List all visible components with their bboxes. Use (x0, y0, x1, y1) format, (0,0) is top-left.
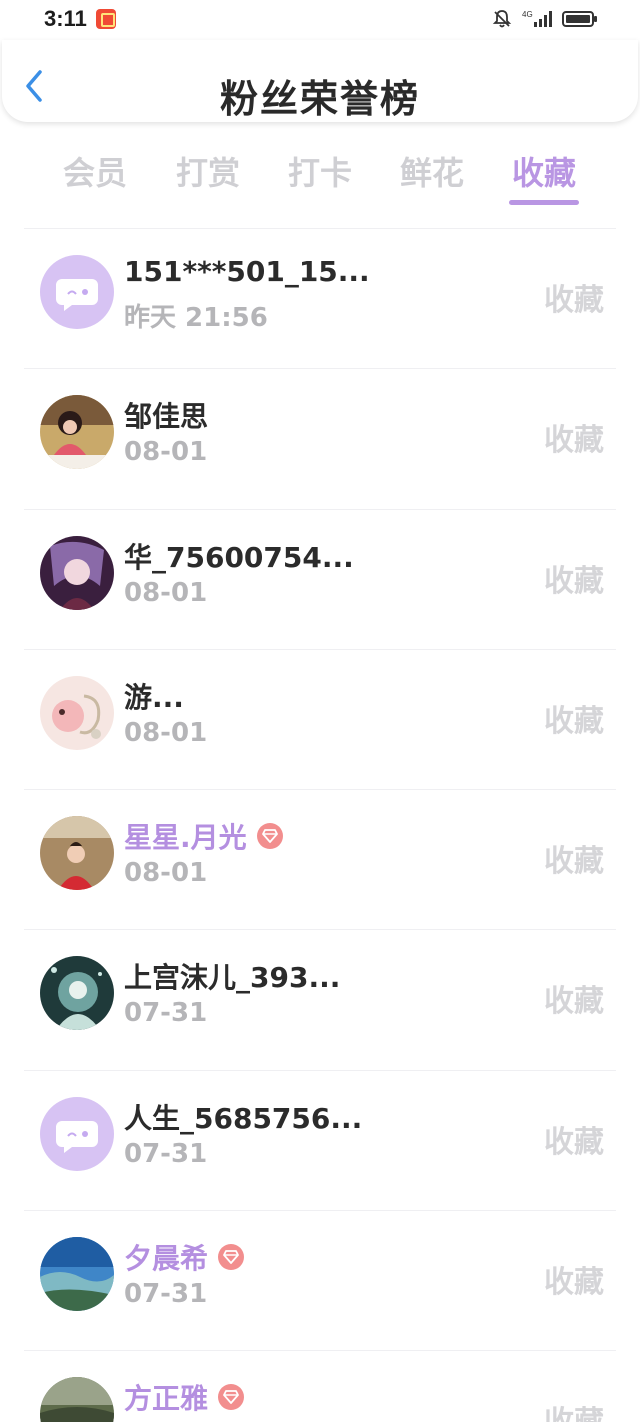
fan-name: 上宫沫儿_393... (124, 961, 341, 995)
battery-icon (562, 11, 597, 27)
user-photo-avatar (40, 395, 114, 470)
fan-name: 华_75600754... (124, 540, 354, 574)
favorite-label: 收藏 (544, 1265, 604, 1301)
fan-name: 夕晨希 (124, 1237, 245, 1277)
fan-date: 08-01 (124, 858, 208, 889)
fan-date: 08-01 (124, 437, 208, 468)
user-photo-avatar (40, 1237, 114, 1312)
list-item[interactable]: 夕晨希 07-31 收藏 (24, 1210, 616, 1350)
list-item[interactable]: 方正雅 收藏 (24, 1350, 616, 1422)
fan-date: 昨天 21:56 (124, 303, 268, 333)
status-icons: 4G (492, 9, 598, 29)
fan-date: 08-01 (124, 577, 208, 608)
user-photo-avatar (40, 956, 114, 1031)
signal-icon: 4G (522, 10, 552, 27)
tab-flowers[interactable]: 鲜花 (384, 148, 480, 194)
tab-member[interactable]: 会员 (47, 148, 143, 194)
fan-date: 07-31 (124, 1138, 208, 1169)
fan-name: 游... (124, 680, 184, 714)
favorite-label: 收藏 (544, 423, 604, 459)
fan-name: 151***501_15... (124, 255, 370, 288)
active-tab-indicator (509, 200, 579, 205)
notification-app-icon (96, 9, 116, 29)
favorite-label: 收藏 (544, 1124, 604, 1160)
user-photo-avatar (40, 1377, 114, 1422)
fan-name: 邹佳思 (124, 400, 209, 434)
diamond-icon (256, 823, 283, 850)
favorite-label: 收藏 (544, 703, 604, 739)
tab-checkin[interactable]: 打卡 (272, 148, 368, 194)
fan-name: 方正雅 (124, 1377, 245, 1417)
default-avatar-icon (40, 1096, 114, 1171)
favorite-label: 收藏 (544, 984, 604, 1020)
default-avatar-icon (40, 255, 114, 329)
fan-list: 151***501_15... 昨天 21:56 收藏 邹佳思 08-01 收藏 (0, 228, 640, 1422)
status-bar: 3:11 4G (0, 0, 640, 40)
diamond-icon (218, 1244, 245, 1271)
list-item[interactable]: 人生_5685756... 07-31 收藏 (24, 1069, 616, 1210)
list-item[interactable]: 游... 08-01 收藏 (24, 648, 616, 789)
fan-date: 07-31 (124, 998, 208, 1029)
fan-name: 星星.月光 (124, 816, 283, 856)
user-photo-avatar (40, 816, 114, 891)
list-item[interactable]: 上宫沫儿_393... 07-31 收藏 (24, 929, 616, 1069)
tab-bar: 会员 打赏 打卡 鲜花 收藏 (0, 140, 640, 210)
fan-name: 人生_5685756... (124, 1101, 363, 1135)
status-time: 3:11 (44, 6, 87, 31)
user-photo-avatar (40, 675, 114, 750)
list-item[interactable]: 邹佳思 08-01 收藏 (24, 368, 616, 508)
diamond-icon (218, 1384, 245, 1411)
mute-bell-icon (492, 10, 512, 28)
fan-date: 07-31 (124, 1279, 208, 1310)
favorite-label: 收藏 (544, 1397, 604, 1422)
list-item[interactable]: 华_75600754... 08-01 收藏 (24, 508, 616, 649)
favorite-label: 收藏 (544, 563, 604, 599)
favorite-label: 收藏 (544, 283, 604, 318)
fan-date: 08-01 (124, 717, 208, 748)
tab-favorites[interactable]: 收藏 (496, 148, 592, 194)
list-item[interactable]: 151***501_15... 昨天 21:56 收藏 (24, 228, 616, 368)
app-header: 粉丝荣誉榜 (2, 40, 638, 122)
list-item[interactable]: 星星.月光 08-01 收藏 (24, 789, 616, 929)
favorite-label: 收藏 (544, 844, 604, 880)
page-title: 粉丝荣誉榜 (219, 77, 420, 121)
tab-reward[interactable]: 打赏 (160, 148, 256, 194)
network-label: 4G (522, 10, 533, 19)
user-photo-avatar (40, 535, 114, 610)
